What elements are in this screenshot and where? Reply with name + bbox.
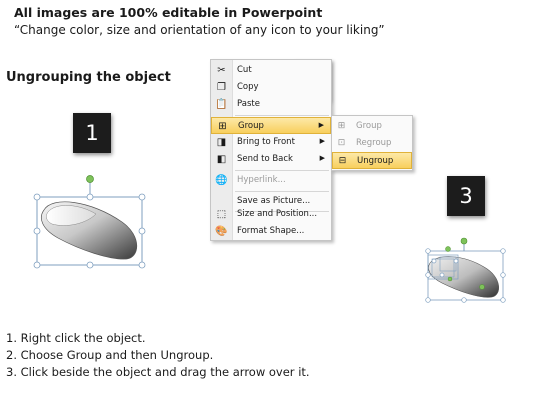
group-icon: ⊞ [218, 121, 227, 132]
section-title: Ungrouping the object [6, 70, 171, 85]
menu-item-format-shape[interactable]: 🎨 Format Shape... [211, 223, 331, 240]
step-badge-1: 1 [73, 113, 111, 153]
menu-item-group[interactable]: ⊞ Group ▶ [211, 117, 331, 134]
menu-item-paste[interactable]: 📋 Paste [211, 96, 331, 113]
submenu-item-ungroup[interactable]: ⊟ Ungroup [332, 152, 412, 169]
rotation-handle[interactable] [86, 175, 94, 183]
menu-item-send-to-back[interactable]: ◧ Send to Back ▶ [211, 151, 331, 168]
group-icon: ⊞ [337, 121, 346, 131]
header-title: All images are 100% editable in Powerpoi… [14, 5, 323, 20]
paste-icon: 📋 [215, 99, 228, 110]
submenu-arrow-icon: ▶ [319, 154, 325, 162]
menu-item-bring-to-front[interactable]: ◨ Bring to Front ▶ [211, 134, 331, 151]
scissors-icon: ✂ [217, 65, 226, 76]
menu-item-copy[interactable]: ❐ Copy [211, 79, 331, 96]
group-submenu: ⊞ Group ⊡ Regroup ⊟ Ungroup [331, 115, 413, 171]
instruction-list: 1. Right click the object. 2. Choose Gro… [6, 330, 310, 381]
submenu-arrow-icon: ▶ [318, 121, 324, 129]
header-subtitle: “Change color, size and orientation of a… [14, 23, 385, 37]
submenu-item-regroup[interactable]: ⊡ Regroup [332, 135, 412, 152]
size-position-icon: ⬚ [216, 209, 227, 220]
step-badge-3: 3 [447, 176, 485, 216]
menu-item-cut[interactable]: ✂ Cut [211, 62, 331, 79]
ungroup-icon: ⊟ [338, 156, 347, 166]
menu-item-size-position[interactable]: ⬚ Size and Position... [211, 206, 331, 223]
rotation-handle[interactable] [460, 237, 468, 245]
copy-icon: ❐ [217, 82, 226, 93]
mouse-object-selected[interactable] [30, 172, 155, 272]
send-to-back-icon: ◧ [216, 154, 227, 165]
hyperlink-icon: 🌐 [215, 175, 228, 186]
submenu-arrow-icon: ▶ [319, 137, 325, 145]
bring-to-front-icon: ◨ [216, 137, 227, 148]
instruction-step-1: 1. Right click the object. [6, 331, 146, 345]
instruction-step-3: 3. Click beside the object and drag the … [6, 365, 310, 379]
instruction-step-2: 2. Choose Group and then Ungroup. [6, 348, 214, 362]
context-menu: ✂ Cut ❐ Copy 📋 Paste ⊞ Group ▶ ◨ Bring t… [210, 59, 332, 241]
mouse-object-ungrouped[interactable] [420, 235, 510, 305]
format-shape-icon: 🎨 [215, 226, 228, 237]
regroup-icon: ⊡ [337, 138, 346, 148]
menu-item-hyperlink[interactable]: 🌐 Hyperlink... [211, 172, 331, 189]
submenu-item-group[interactable]: ⊞ Group [332, 118, 412, 135]
